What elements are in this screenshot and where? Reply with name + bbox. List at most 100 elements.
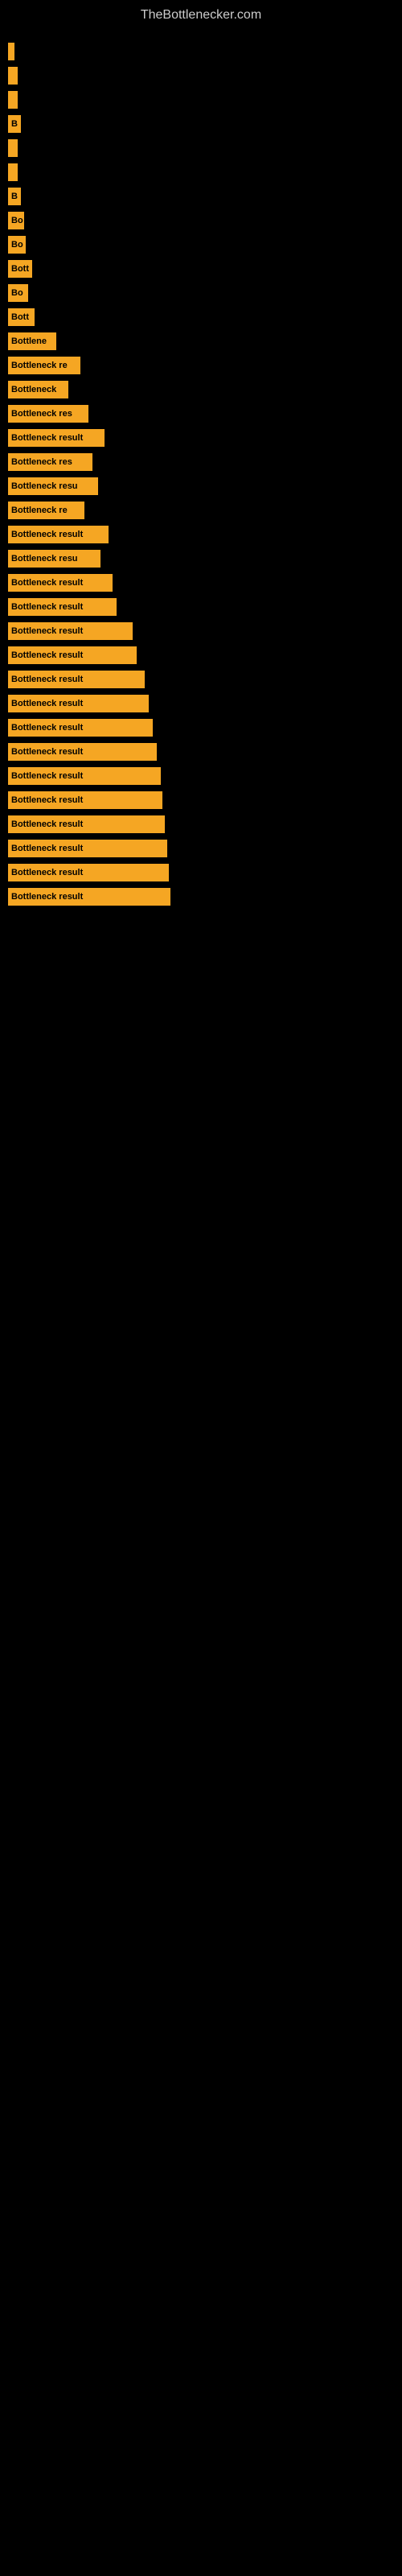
bar-row: Bottleneck result (8, 695, 394, 712)
bar-label: Bottleneck res (11, 409, 72, 419)
bar-label: B (11, 192, 18, 201)
bar-item: B (8, 188, 21, 205)
bar-row: Bottleneck re (8, 502, 394, 519)
bar-item: Bottleneck result (8, 695, 149, 712)
bar-label: Bottleneck result (11, 819, 83, 829)
bar-item: Bottleneck resu (8, 550, 100, 568)
bar-label: Bo (11, 216, 23, 225)
bar-label: Bottleneck resu (11, 554, 78, 564)
bar-row (8, 163, 394, 181)
bar-label: Bo (11, 240, 23, 250)
bar-row (8, 139, 394, 157)
bar-label: Bott (11, 312, 29, 322)
bar-row: B (8, 115, 394, 133)
bar-label: Bottleneck re (11, 506, 68, 515)
bar-row: Bottleneck result (8, 888, 394, 906)
bar-label: Bottleneck result (11, 868, 83, 877)
site-title: TheBottlenecker.com (0, 0, 402, 27)
bar-item: Bo (8, 212, 24, 229)
bar-item: Bottleneck result (8, 767, 161, 785)
bar-item: Bottleneck re (8, 357, 80, 374)
bar-item: Bo (8, 236, 26, 254)
bar-label: Bo (11, 288, 23, 298)
bar-label: Bottleneck re (11, 361, 68, 370)
bar-row: Bottleneck result (8, 840, 394, 857)
bar-item: Bottleneck result (8, 743, 157, 761)
bar-item: Bottleneck result (8, 622, 133, 640)
bar-row: B (8, 188, 394, 205)
bar-item: Bottleneck result (8, 791, 162, 809)
bar-row: Bottleneck result (8, 526, 394, 543)
bar-item: Bott (8, 260, 32, 278)
bar-row: Bott (8, 308, 394, 326)
bar-label: Bottleneck result (11, 433, 83, 443)
bar-item: Bottleneck result (8, 574, 113, 592)
bar-row: Bottleneck result (8, 767, 394, 785)
bar-item: B (8, 115, 21, 133)
bar-row (8, 91, 394, 109)
bar-item (8, 43, 14, 60)
bar-row: Bottleneck result (8, 622, 394, 640)
bar-label: Bottleneck result (11, 602, 83, 612)
bar-label: Bottleneck resu (11, 481, 78, 491)
bar-row: Bottleneck result (8, 815, 394, 833)
bar-item: Bottleneck result (8, 815, 165, 833)
bar-label: Bottleneck result (11, 578, 83, 588)
bar-label: Bottleneck result (11, 747, 83, 757)
bar-item: Bo (8, 284, 28, 302)
bar-item: Bottleneck result (8, 429, 105, 447)
bar-label: Bottleneck result (11, 650, 83, 660)
bar-item: Bottleneck result (8, 840, 167, 857)
bar-item: Bottleneck res (8, 453, 92, 471)
site-title-container: TheBottlenecker.com (0, 0, 402, 27)
bar-row: Bottleneck result (8, 719, 394, 737)
bar-item: Bottleneck res (8, 405, 88, 423)
bar-row: Bo (8, 212, 394, 229)
bar-item (8, 163, 18, 181)
bar-label: Bottleneck result (11, 699, 83, 708)
bar-label: Bottleneck result (11, 892, 83, 902)
bar-item: Bottleneck result (8, 646, 137, 664)
bar-row: Bottleneck res (8, 405, 394, 423)
bar-row: Bottleneck result (8, 791, 394, 809)
bar-item: Bottleneck resu (8, 477, 98, 495)
bar-item: Bottleneck result (8, 526, 109, 543)
bar-row: Bottleneck res (8, 453, 394, 471)
bar-row: Bott (8, 260, 394, 278)
bar-row: Bottleneck result (8, 671, 394, 688)
bar-row: Bottleneck result (8, 646, 394, 664)
bars-container: B B Bo Bo Bott Bo Bott Bottlene Bottleneck re Bot… (0, 27, 402, 920)
bar-item: Bottleneck result (8, 719, 153, 737)
bar-row: Bottleneck result (8, 864, 394, 881)
bar-row: Bottleneck result (8, 598, 394, 616)
bar-label: B (11, 119, 18, 129)
bar-item: Bottleneck result (8, 888, 170, 906)
bar-row: Bottlene (8, 332, 394, 350)
bar-label: Bottleneck result (11, 530, 83, 539)
bar-row (8, 67, 394, 85)
bar-item: Bott (8, 308, 35, 326)
bar-row: Bottleneck resu (8, 550, 394, 568)
bar-label: Bottleneck result (11, 675, 83, 684)
bar-row: Bottleneck resu (8, 477, 394, 495)
bar-row: Bottleneck result (8, 743, 394, 761)
bar-label: Bottleneck (11, 385, 56, 394)
bar-label: Bottleneck res (11, 457, 72, 467)
bar-item (8, 139, 18, 157)
bar-row (8, 43, 394, 60)
bar-row: Bottleneck result (8, 574, 394, 592)
bar-item: Bottleneck (8, 381, 68, 398)
bar-item: Bottleneck result (8, 598, 117, 616)
bar-row: Bottleneck (8, 381, 394, 398)
bar-label: Bott (11, 264, 29, 274)
bar-row: Bo (8, 284, 394, 302)
bar-row: Bottleneck result (8, 429, 394, 447)
bar-label: Bottlene (11, 336, 47, 346)
bar-item: Bottlene (8, 332, 56, 350)
bar-row: Bo (8, 236, 394, 254)
bar-item: Bottleneck result (8, 864, 169, 881)
bar-label: Bottleneck result (11, 626, 83, 636)
bar-label: Bottleneck result (11, 795, 83, 805)
bar-item (8, 91, 18, 109)
bar-item: Bottleneck result (8, 671, 145, 688)
